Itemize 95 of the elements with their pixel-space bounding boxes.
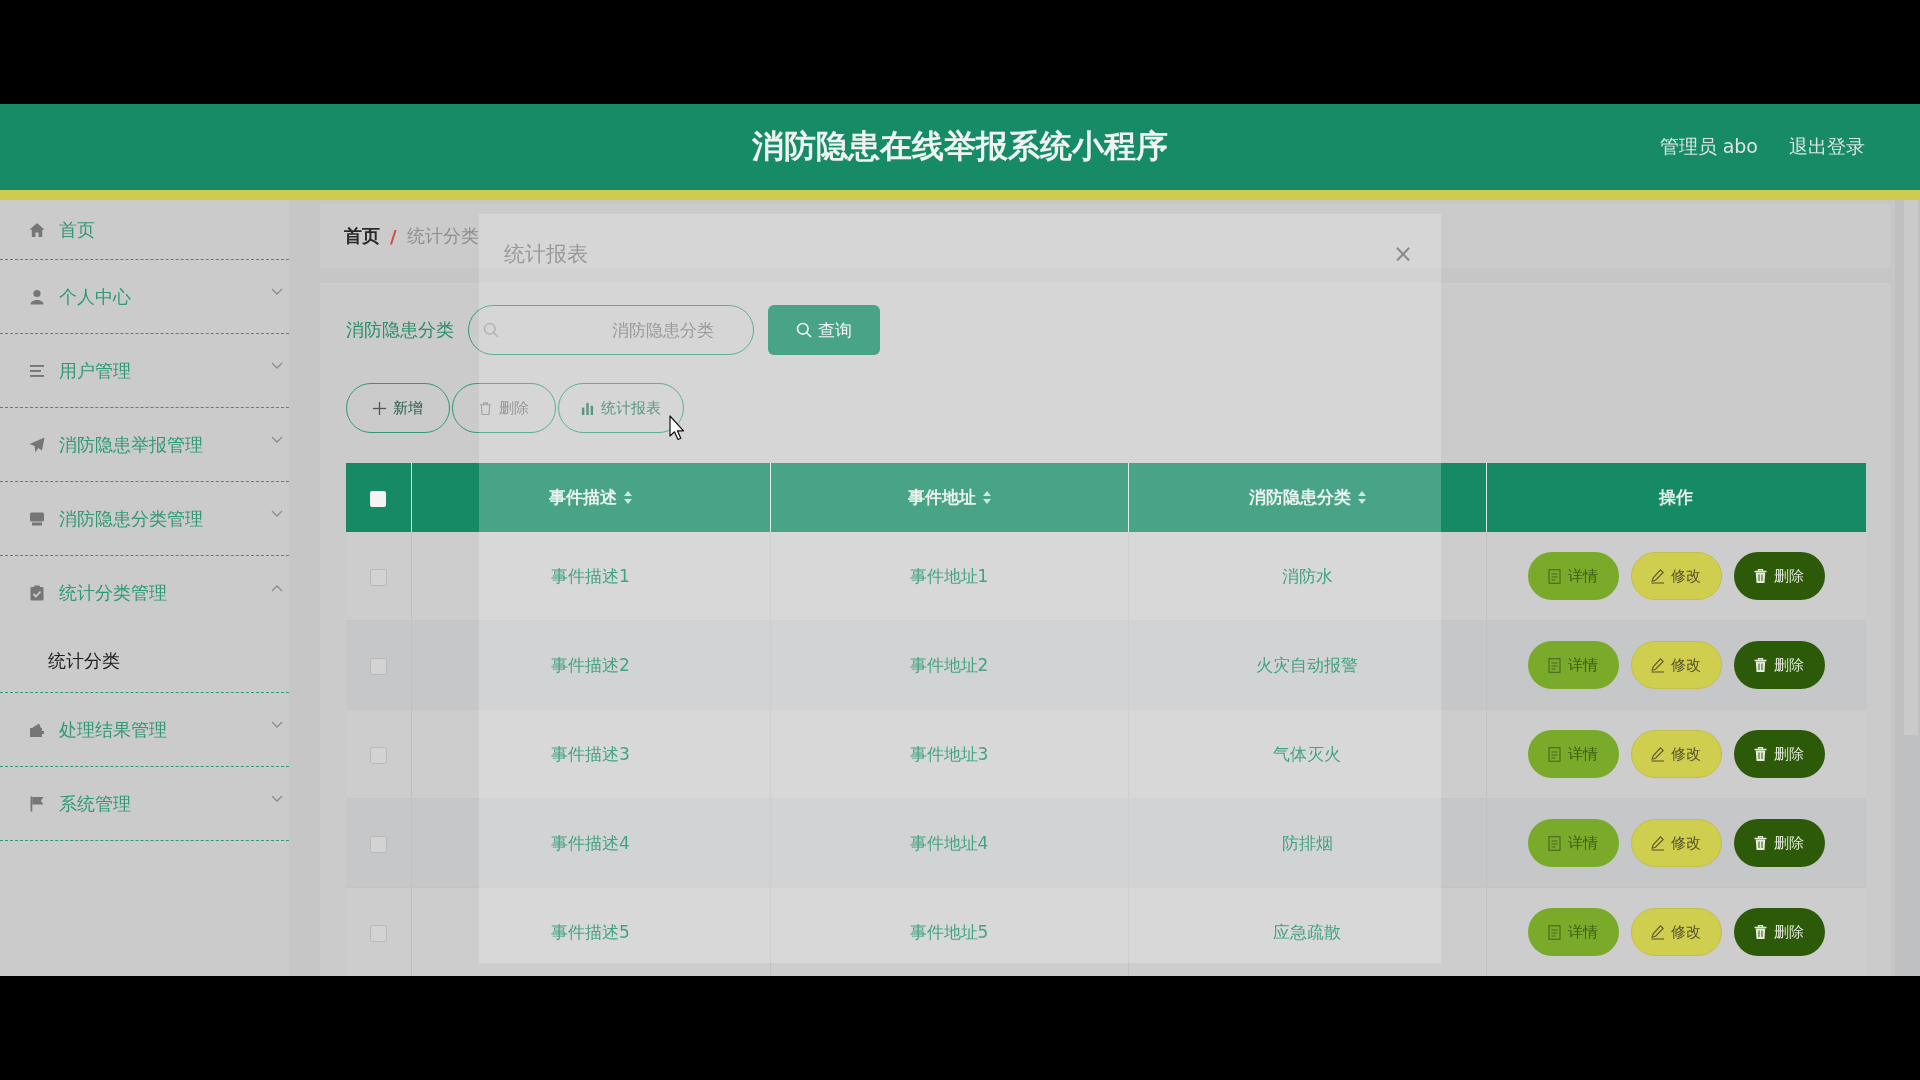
details-button[interactable]: 详情 xyxy=(1527,641,1619,689)
pencil-icon xyxy=(1651,746,1665,762)
edit-button[interactable]: 修改 xyxy=(1630,641,1722,689)
table-cell: 事件描述2 xyxy=(551,654,630,675)
edit-button[interactable]: 修改 xyxy=(1630,552,1722,600)
scrollbar-thumb[interactable] xyxy=(1904,200,1918,735)
delete-button[interactable]: 删除 xyxy=(452,383,556,433)
row-checkbox[interactable] xyxy=(369,835,387,853)
row-checkbox[interactable] xyxy=(369,657,387,675)
search-icon xyxy=(483,322,499,338)
wallet-icon xyxy=(29,721,45,738)
add-button[interactable]: 新增 xyxy=(346,383,450,433)
search-icon xyxy=(796,322,812,338)
table-cell: 防排烟 xyxy=(1281,832,1333,853)
app-title: 消防隐患在线举报系统小程序 xyxy=(752,126,1168,167)
breadcrumb-current: 统计分类 xyxy=(406,224,479,248)
document-icon xyxy=(1548,924,1562,940)
column-title: 消防隐患分类 xyxy=(1248,487,1351,507)
table-cell: 应急疏散 xyxy=(1273,921,1341,942)
details-button[interactable]: 详情 xyxy=(1527,730,1619,778)
document-icon xyxy=(1548,835,1562,851)
breadcrumb-separator: / xyxy=(390,225,397,247)
pencil-icon xyxy=(1651,924,1665,940)
trash-icon xyxy=(1754,924,1768,940)
row-checkbox[interactable] xyxy=(369,924,387,942)
select-all-checkbox[interactable] xyxy=(370,490,387,507)
details-button[interactable]: 详情 xyxy=(1527,552,1619,600)
flag-icon xyxy=(29,795,45,812)
trash-icon xyxy=(1754,657,1768,673)
table-cell: 事件地址4 xyxy=(909,832,989,853)
paper-plane-icon xyxy=(29,436,45,453)
edit-button[interactable]: 修改 xyxy=(1630,730,1722,778)
trash-icon xyxy=(1754,568,1768,584)
delete-button[interactable]: 删除 xyxy=(1733,641,1825,689)
table-cell: 事件地址1 xyxy=(909,565,989,586)
sidebar-menu-item[interactable]: 统计分类管理 xyxy=(0,556,289,630)
plus-icon xyxy=(373,401,386,415)
trash-icon xyxy=(479,401,492,415)
edit-button[interactable]: 修改 xyxy=(1630,908,1722,956)
delete-button[interactable]: 删除 xyxy=(1733,819,1825,867)
sidebar-menu-item[interactable]: 首页 xyxy=(0,200,289,260)
delete-button[interactable]: 删除 xyxy=(1733,908,1825,956)
edit-button[interactable]: 修改 xyxy=(1630,819,1722,867)
sidebar-menu-item[interactable]: 消防隐患举报管理 xyxy=(0,408,289,482)
sort-icon xyxy=(982,491,991,504)
document-icon xyxy=(1548,657,1562,673)
sidebar-menu-item[interactable]: 系统管理 xyxy=(0,767,289,841)
list-icon xyxy=(29,362,45,379)
dialog-title: 统计报表 xyxy=(504,241,588,268)
admin-label: 管理员 abo xyxy=(1659,134,1758,159)
mouse-pointer-icon xyxy=(669,415,685,441)
breadcrumb-link[interactable]: 首页 xyxy=(344,224,380,248)
table-cell: 消防水 xyxy=(1281,565,1333,586)
delete-button[interactable]: 删除 xyxy=(1733,730,1825,778)
table-cell: 事件地址3 xyxy=(909,743,989,764)
row-checkbox[interactable] xyxy=(369,746,387,764)
submenu-item[interactable]: 统计分类 xyxy=(0,630,289,692)
document-icon xyxy=(1548,746,1562,762)
sidebar-menu-item[interactable]: 处理结果管理 xyxy=(0,693,289,767)
details-button[interactable]: 详情 xyxy=(1527,908,1619,956)
pencil-icon xyxy=(1651,657,1665,673)
trash-icon xyxy=(1754,835,1768,851)
query-button[interactable]: 查询 xyxy=(768,305,880,355)
pencil-icon xyxy=(1651,835,1665,851)
search-field[interactable]: 消防隐患分类 xyxy=(468,305,754,355)
table-cell: 事件描述1 xyxy=(551,565,630,586)
table-cell: 事件描述5 xyxy=(551,921,630,942)
column-title: 事件地址 xyxy=(907,487,976,507)
table-cell: 事件地址5 xyxy=(909,921,989,942)
trash-icon xyxy=(1754,746,1768,762)
delete-button[interactable]: 删除 xyxy=(1733,552,1825,600)
monitor-icon xyxy=(29,510,45,527)
sort-icon xyxy=(1357,491,1366,504)
table-cell: 火灾自动报警 xyxy=(1256,654,1358,675)
logout-link[interactable]: 退出登录 xyxy=(1789,134,1865,160)
table-cell: 气体灭火 xyxy=(1273,743,1341,764)
search-label: 消防隐患分类 xyxy=(346,318,453,342)
sidebar-menu-item[interactable]: 消防隐患分类管理 xyxy=(0,482,289,556)
column-title: 操作 xyxy=(1659,487,1694,507)
home-icon xyxy=(29,221,45,238)
table-cell: 事件描述3 xyxy=(551,743,630,764)
sidebar-menu-item[interactable]: 用户管理 xyxy=(0,334,289,408)
sidebar-menu-item[interactable]: 个人中心 xyxy=(0,260,289,334)
table-cell: 事件地址2 xyxy=(909,654,989,675)
bar-chart-icon xyxy=(581,401,594,415)
row-checkbox[interactable] xyxy=(369,568,387,586)
column-title: 事件描述 xyxy=(549,487,617,507)
clipboard-check-icon xyxy=(29,585,45,601)
details-button[interactable]: 详情 xyxy=(1527,819,1619,867)
document-icon xyxy=(1548,568,1562,584)
sort-icon xyxy=(624,491,632,504)
table-cell: 事件描述4 xyxy=(551,832,630,853)
pencil-icon xyxy=(1651,568,1665,584)
user-icon xyxy=(29,288,45,305)
close-button[interactable]: × xyxy=(1392,240,1413,268)
